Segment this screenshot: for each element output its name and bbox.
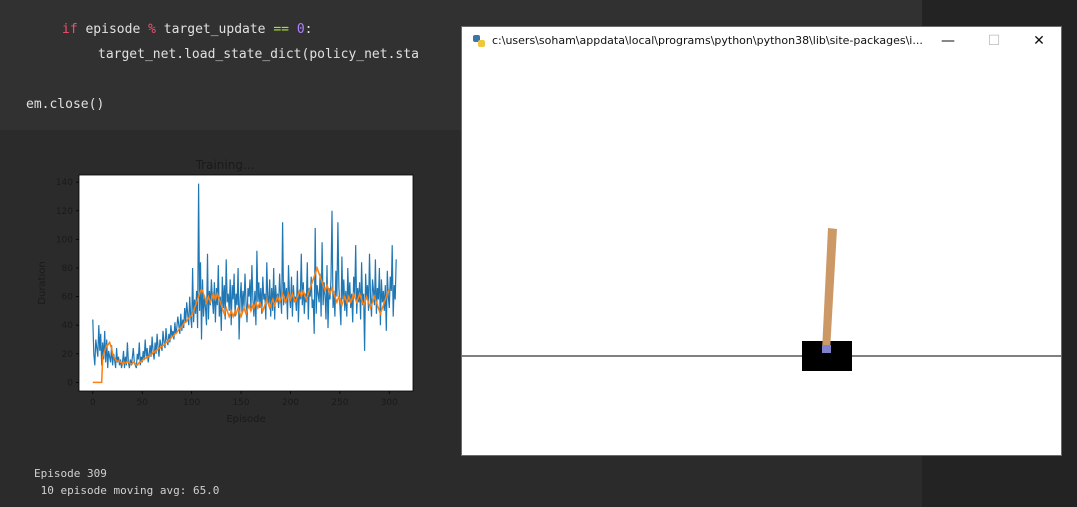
number-literal: 0 <box>296 22 305 37</box>
chart-title: Training... <box>195 158 255 172</box>
maximize-button[interactable]: ☐ <box>971 27 1017 55</box>
code-line-close: em.close() <box>26 97 105 112</box>
close-button[interactable]: ✕ <box>1016 27 1062 55</box>
x-tick-label: 200 <box>282 398 299 408</box>
y-tick-label: 100 <box>56 235 73 245</box>
y-tick-label: 140 <box>56 178 73 188</box>
x-tick-label: 150 <box>232 398 249 408</box>
y-tick-label: 120 <box>56 207 73 217</box>
window-titlebar[interactable]: c:\users\soham\appdata\local\programs\py… <box>462 27 1061 55</box>
y-tick-label: 0 <box>67 378 73 388</box>
x-tick-label: 50 <box>137 398 149 408</box>
training-plot: Training... 0 50 100 150 200 250 300 0 20 40 60 80 1… <box>20 150 430 430</box>
x-tick-label: 100 <box>183 398 200 408</box>
code-line-if: if episode % target_update == 0: <box>62 22 312 37</box>
python-icon <box>473 35 485 47</box>
x-tick-label: 250 <box>331 398 348 408</box>
x-tick-label: 0 <box>90 398 96 408</box>
code-token: episode <box>77 22 149 37</box>
axle <box>822 345 831 353</box>
cartpole-window[interactable]: c:\users\soham\appdata\local\programs\py… <box>461 26 1062 456</box>
minimize-button[interactable]: — <box>925 27 971 55</box>
operator-mod: % <box>148 22 156 37</box>
code-token: : <box>304 22 313 37</box>
code-line-load-state: target_net.load_state_dict(policy_net.st… <box>98 47 419 62</box>
y-tick-label: 80 <box>62 264 74 274</box>
x-tick-label: 300 <box>381 398 398 408</box>
cartpole-canvas <box>462 228 1061 371</box>
moving-avg-output: 10 episode moving avg: 65.0 <box>34 484 220 497</box>
plot-area <box>78 174 414 392</box>
episode-output: Episode 309 <box>34 467 107 480</box>
y-axis-label: Duration <box>37 261 48 304</box>
code-token: target_update <box>155 22 274 37</box>
y-tick-label: 20 <box>62 350 74 360</box>
y-tick-label: 40 <box>62 321 74 331</box>
pole <box>822 228 837 351</box>
window-title: c:\users\soham\appdata\local\programs\py… <box>492 34 923 47</box>
y-tick-label: 60 <box>62 293 74 303</box>
keyword-if: if <box>62 22 78 37</box>
chart-svg: 0 50 100 150 200 250 300 0 20 40 60 80 100 120 140 Epi… <box>37 174 414 425</box>
x-axis-label: Episode <box>226 414 265 425</box>
operator-eq: == <box>273 22 289 37</box>
